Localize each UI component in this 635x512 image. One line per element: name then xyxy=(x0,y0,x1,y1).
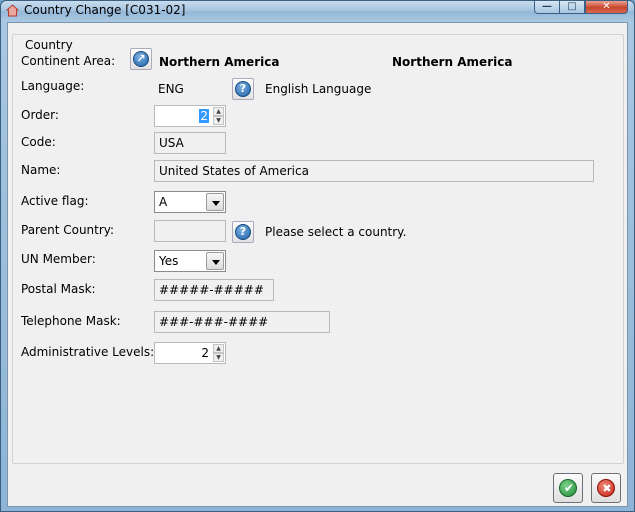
group-caption: Country xyxy=(23,38,75,52)
language-lookup-button[interactable]: ? xyxy=(232,78,254,100)
country-change-window: Country Change [C031-02] — □ ✕ Country C… xyxy=(0,0,635,512)
cancel-x-icon xyxy=(597,479,616,497)
order-decrement-button[interactable]: ▼ xyxy=(213,116,224,125)
administrative-levels-value[interactable]: 2 xyxy=(201,346,209,360)
un-member-select[interactable]: Yes xyxy=(154,250,226,272)
parent-country-label: Parent Country: xyxy=(21,223,115,237)
administrative-levels-label: Administrative Levels: xyxy=(21,345,155,359)
order-increment-button[interactable]: ▲ xyxy=(213,107,224,116)
help-lookup-icon: ? xyxy=(235,224,251,240)
telephone-mask-label: Telephone Mask: xyxy=(21,314,121,328)
order-spinner[interactable]: 2 ▲ ▼ xyxy=(154,105,226,127)
active-flag-select[interactable]: A xyxy=(154,191,226,213)
language-description: English Language xyxy=(265,82,372,96)
parent-country-description: Please select a country. xyxy=(265,225,407,239)
parent-country-lookup-button[interactable]: ? xyxy=(232,221,254,243)
administrative-levels-decrement-button[interactable]: ▼ xyxy=(213,353,224,362)
code-label: Code: xyxy=(21,135,56,149)
order-label: Order: xyxy=(21,108,59,122)
postal-mask-label: Postal Mask: xyxy=(21,282,96,296)
language-value: ENG xyxy=(158,82,184,96)
un-member-value: Yes xyxy=(159,254,179,268)
country-group: Country xyxy=(12,34,624,464)
chevron-down-icon[interactable] xyxy=(206,252,224,270)
close-window-button[interactable]: ✕ xyxy=(585,1,628,14)
window-title: Country Change [C031-02] xyxy=(24,3,186,17)
administrative-levels-increment-button[interactable]: ▲ xyxy=(213,344,224,353)
continent-area-description: Northern America xyxy=(392,55,513,69)
navigate-arrow-icon: ↗ xyxy=(133,51,149,67)
name-label: Name: xyxy=(21,163,61,177)
help-lookup-icon: ? xyxy=(235,81,251,97)
app-logo-icon xyxy=(6,4,19,17)
continent-area-value: Northern America xyxy=(159,55,280,69)
ok-button[interactable] xyxy=(553,473,583,503)
chevron-down-icon[interactable] xyxy=(206,193,224,211)
telephone-mask-field[interactable]: ###-###-#### xyxy=(154,311,330,333)
continent-area-nav-button[interactable]: ↗ xyxy=(130,48,152,70)
postal-mask-field[interactable]: #####-##### xyxy=(154,279,274,301)
continent-area-label: Continent Area: xyxy=(21,54,116,68)
un-member-label: UN Member: xyxy=(21,252,96,266)
administrative-levels-spinner[interactable]: 2 ▲ ▼ xyxy=(154,342,226,364)
minimize-button[interactable]: — xyxy=(534,1,560,14)
order-value[interactable]: 2 xyxy=(199,109,209,123)
title-bar[interactable]: Country Change [C031-02] — □ ✕ xyxy=(1,1,634,21)
name-field[interactable]: United States of America xyxy=(154,160,594,182)
active-flag-label: Active flag: xyxy=(21,194,89,208)
parent-country-field[interactable] xyxy=(154,220,226,242)
code-field[interactable]: USA xyxy=(154,132,226,154)
language-label: Language: xyxy=(21,79,85,93)
maximize-button[interactable]: □ xyxy=(559,1,585,14)
dialog-body: Country Continent Area: ↗ Northern Ameri… xyxy=(7,22,628,507)
checkmark-icon xyxy=(559,479,578,497)
cancel-button[interactable] xyxy=(591,473,621,503)
active-flag-value: A xyxy=(159,195,168,209)
